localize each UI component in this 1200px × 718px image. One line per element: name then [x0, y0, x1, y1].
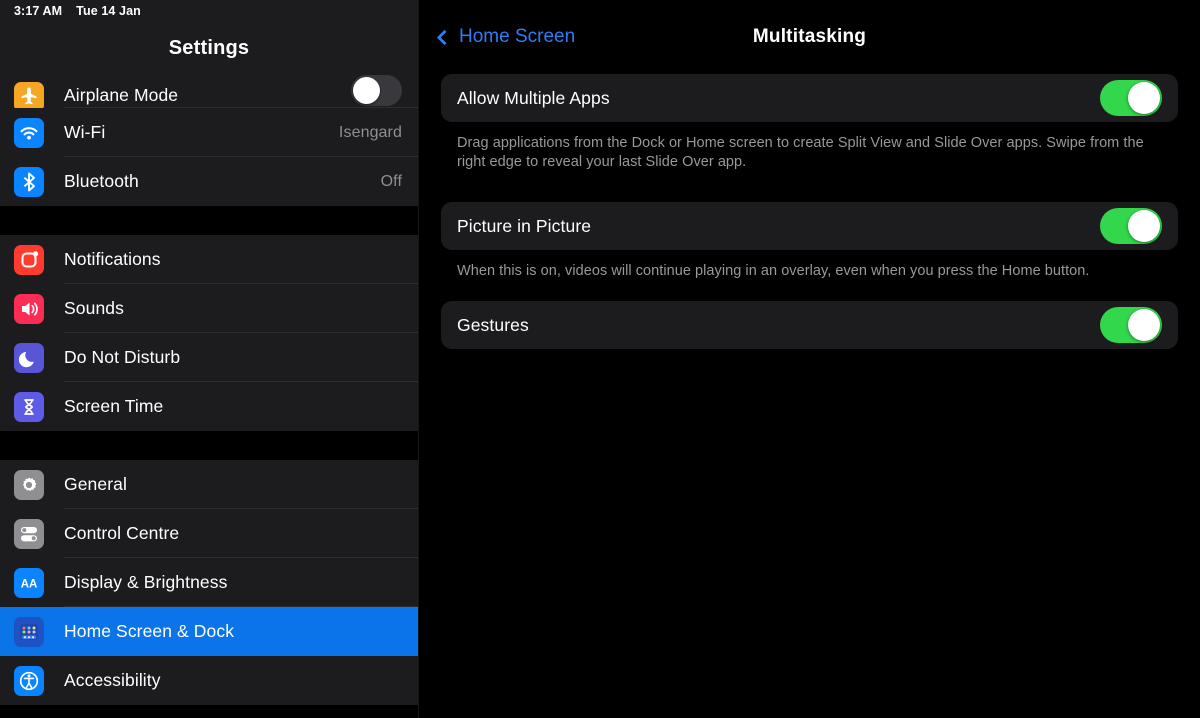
control-centre-glyph: [21, 526, 37, 541]
display-brightness-glyph: AA: [21, 578, 38, 590]
gear-glyph: [22, 477, 37, 491]
allow-multiple-apps-toggle[interactable]: [1100, 80, 1162, 116]
sidebar-group-alerts: Notifications Sounds Do Not Disturb Scre…: [0, 235, 418, 431]
picture-in-picture-label: Picture in Picture: [457, 215, 592, 236]
sidebar-item-wifi[interactable]: Wi-Fi Isengard: [0, 108, 418, 157]
sidebar-item-label: Bluetooth: [64, 171, 139, 191]
notifications-icon: [14, 244, 44, 275]
bluetooth-icon: [14, 166, 44, 197]
sidebar-item-label: Sounds: [64, 298, 124, 318]
sidebar-item-notifications[interactable]: Notifications: [0, 235, 418, 284]
sidebar-group-gap: [0, 206, 418, 235]
sidebar-item-control-centre[interactable]: Control Centre: [0, 509, 418, 558]
display-brightness-icon: AA: [14, 567, 44, 598]
bluetooth-glyph: [23, 172, 35, 191]
allow-multiple-apps-label: Allow Multiple Apps: [457, 87, 610, 108]
status-date: Tue 14 Jan: [76, 4, 141, 18]
detail-pane: Home Screen Multitasking 57%: [418, 0, 1200, 718]
svg-text:AA: AA: [21, 578, 38, 590]
sidebar-scroll-area[interactable]: Airplane Mode Wi-Fi Isengard Bluetooth O…: [0, 74, 418, 705]
sounds-glyph: [22, 302, 38, 315]
detail-content: Allow Multiple Apps Drag applications fr…: [419, 74, 1200, 349]
home-screen-dock-glyph: [20, 623, 38, 640]
sidebar-item-label: Control Centre: [64, 523, 180, 543]
airplane-mode-toggle[interactable]: [351, 75, 402, 106]
ipad-settings-screen: 3:17 AM Tue 14 Jan Settings Airplane Mod…: [0, 0, 1200, 718]
sidebar-item-label: Wi-Fi: [64, 122, 106, 142]
accessibility-glyph: [19, 671, 39, 690]
sidebar-item-bluetooth[interactable]: Bluetooth Off: [0, 157, 418, 206]
sidebar-item-label: Do Not Disturb: [64, 347, 181, 367]
sidebar-item-sounds[interactable]: Sounds: [0, 284, 418, 333]
back-button[interactable]: Home Screen: [436, 26, 576, 48]
toggle-knob: [353, 77, 380, 104]
allow-multiple-apps-note: Drag applications from the Dock or Home …: [457, 135, 1144, 170]
sidebar-item-label: Notifications: [64, 249, 161, 269]
detail-nav-bar: Home Screen Multitasking 57%: [419, 0, 1200, 74]
wifi-network-value: Isengard: [338, 123, 402, 141]
row-separator: [64, 704, 418, 705]
wifi-glyph: [20, 126, 38, 139]
gestures-row[interactable]: Gestures: [441, 301, 1178, 349]
status-time: 3:17 AM: [14, 4, 63, 18]
toggle-knob: [1128, 82, 1160, 114]
sidebar-item-home-screen-dock[interactable]: Home Screen & Dock: [0, 607, 418, 656]
home-screen-dock-icon: [14, 616, 44, 647]
row-separator: [64, 430, 418, 431]
back-button-label: Home Screen: [459, 26, 576, 47]
sidebar-item-label: General: [64, 474, 127, 494]
wifi-icon: [14, 117, 44, 148]
gestures-label: Gestures: [457, 314, 529, 335]
accessibility-icon: [14, 665, 44, 696]
sidebar-item-do-not-disturb[interactable]: Do Not Disturb: [0, 333, 418, 382]
moon-icon: [14, 342, 44, 373]
bluetooth-state-value: Off: [380, 172, 402, 190]
sidebar-item-label: Screen Time: [64, 396, 164, 416]
hourglass-glyph: [24, 398, 34, 415]
sidebar-item-general[interactable]: General: [0, 460, 418, 509]
sidebar-item-accessibility[interactable]: Accessibility: [0, 656, 418, 705]
picture-in-picture-toggle[interactable]: [1100, 208, 1162, 244]
control-centre-icon: [14, 518, 44, 549]
sidebar-item-display-brightness[interactable]: AA Display & Brightness: [0, 558, 418, 607]
sidebar-item-label: Home Screen & Dock: [64, 621, 235, 641]
gear-icon: [14, 469, 44, 500]
sidebar-group-connectivity: Airplane Mode Wi-Fi Isengard Bluetooth O…: [0, 74, 418, 206]
sidebar-group-gap: [0, 431, 418, 460]
status-bar: 3:17 AM Tue 14 Jan: [0, 0, 418, 22]
row-separator: [64, 205, 418, 206]
chevron-left-icon: [436, 29, 453, 45]
moon-glyph: [18, 351, 34, 367]
picture-in-picture-row[interactable]: Picture in Picture: [441, 202, 1178, 250]
sidebar-group-system: General Control Centre AA Display & Brig…: [0, 460, 418, 705]
sidebar-item-label: Display & Brightness: [64, 572, 228, 592]
sidebar-item-screen-time[interactable]: Screen Time: [0, 382, 418, 431]
settings-sidebar: 3:17 AM Tue 14 Jan Settings Airplane Mod…: [0, 0, 418, 718]
sidebar-item-label: Airplane Mode: [64, 85, 179, 105]
sidebar-item-airplane-mode[interactable]: Airplane Mode: [0, 74, 418, 112]
notifications-glyph: [21, 250, 39, 267]
sounds-icon: [14, 293, 44, 324]
allow-multiple-apps-row[interactable]: Allow Multiple Apps: [441, 74, 1178, 122]
hourglass-icon: [14, 391, 44, 422]
toggle-knob: [1128, 309, 1160, 341]
picture-in-picture-note: When this is on, videos will continue pl…: [457, 263, 1090, 279]
sidebar-item-label: Accessibility: [64, 670, 161, 690]
toggle-knob: [1128, 210, 1160, 242]
page-title: Settings: [0, 22, 418, 74]
gestures-toggle[interactable]: [1100, 307, 1162, 343]
